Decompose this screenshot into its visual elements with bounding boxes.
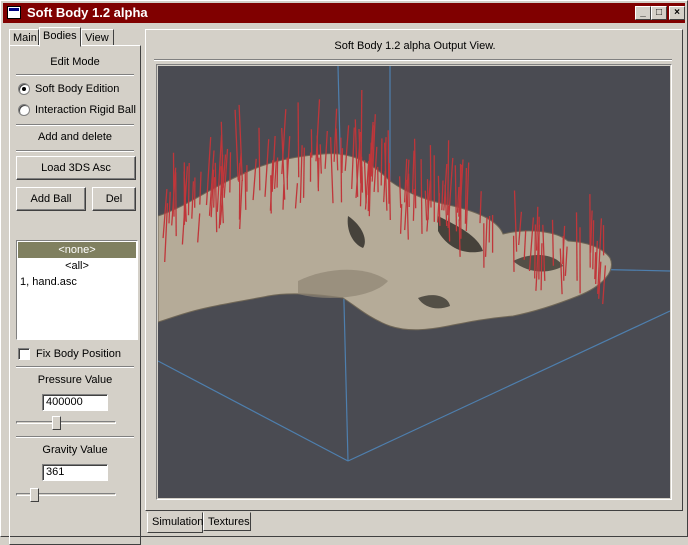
force-line [362, 167, 363, 193]
edit-mode-heading: Edit Mode [10, 56, 140, 68]
divider [16, 436, 134, 438]
minimize-button[interactable]: _ [635, 6, 651, 20]
3d-viewport[interactable] [158, 66, 670, 498]
gravity-slider[interactable] [16, 488, 116, 502]
add-delete-heading: Add and delete [10, 131, 140, 143]
force-line [283, 184, 284, 209]
bodies-panel: Edit Mode Soft Body Edition Interaction … [9, 45, 141, 545]
force-line [430, 145, 431, 207]
force-line [277, 158, 278, 188]
gravity-input[interactable]: 361 [42, 464, 108, 481]
force-line [413, 189, 414, 221]
gravity-heading: Gravity Value [10, 444, 140, 456]
radio-label: Soft Body Edition [35, 83, 119, 95]
force-line [189, 163, 190, 215]
force-line [214, 177, 215, 208]
maximize-button[interactable]: □ [651, 6, 667, 20]
slider-track [16, 421, 116, 424]
checkbox-icon[interactable] [18, 348, 30, 360]
tab-bodies[interactable]: Bodies [39, 27, 81, 47]
force-line [381, 138, 382, 185]
divider [154, 59, 672, 61]
radio-unchecked-icon[interactable] [18, 104, 30, 116]
force-line [409, 174, 410, 207]
force-line [176, 172, 177, 236]
output-view-title: Soft Body 1.2 alpha Output View. [146, 40, 684, 52]
tab-view[interactable]: View [81, 29, 114, 46]
app-icon [7, 6, 21, 19]
force-line [245, 172, 246, 210]
pressure-input[interactable]: 400000 [42, 394, 108, 411]
list-item[interactable]: <all> [18, 258, 136, 274]
bodies-listbox[interactable]: <none> <all> 1, hand.asc [16, 240, 138, 340]
divider [16, 366, 134, 368]
pressure-heading: Pressure Value [10, 374, 140, 386]
force-line [341, 138, 342, 203]
force-line [230, 152, 231, 192]
tab-main[interactable]: Main [9, 29, 39, 46]
load-3ds-button[interactable]: Load 3DS Asc [16, 156, 136, 180]
viewport-frame [156, 64, 672, 500]
force-line [413, 151, 415, 194]
output-panel: Soft Body 1.2 alpha Output View. [145, 29, 683, 511]
fix-body-checkbox[interactable]: Fix Body Position [18, 346, 121, 362]
force-line [361, 90, 362, 168]
grid-line [348, 311, 670, 461]
force-line [298, 102, 299, 177]
force-line [235, 110, 238, 181]
slider-thumb[interactable] [30, 488, 39, 502]
title-bar[interactable]: Soft Body 1.2 alpha _ □ × [3, 3, 685, 23]
slider-thumb[interactable] [52, 416, 61, 430]
force-line [421, 159, 422, 234]
force-line [535, 225, 536, 279]
pressure-slider[interactable] [16, 416, 116, 430]
force-line [342, 148, 343, 173]
radio-soft-body-edition[interactable]: Soft Body Edition [18, 81, 119, 97]
app-window: Soft Body 1.2 alpha _ □ × Main Bodies Vi… [0, 0, 688, 537]
list-item[interactable]: <none> [18, 242, 136, 258]
checkbox-label: Fix Body Position [36, 348, 121, 360]
force-line [563, 236, 564, 281]
force-line [449, 206, 450, 242]
control-panel: Main Bodies View Edit Mode Soft Body Edi… [5, 25, 139, 531]
force-line [259, 128, 260, 191]
divider [16, 74, 134, 76]
divider [16, 124, 134, 126]
3d-scene[interactable] [158, 66, 670, 498]
window-title: Soft Body 1.2 alpha [27, 5, 148, 20]
tab-textures[interactable]: Textures [203, 512, 251, 531]
force-line [459, 219, 460, 257]
force-line [553, 220, 554, 266]
force-line [304, 148, 305, 198]
divider [16, 150, 134, 152]
close-button[interactable]: × [669, 6, 685, 20]
radio-label: Interaction Rigid Ball [35, 104, 136, 116]
list-item[interactable]: 1, hand.asc [18, 274, 138, 290]
grid-line [158, 361, 348, 461]
force-line [577, 212, 578, 280]
radio-interaction-rigid-ball[interactable]: Interaction Rigid Ball [18, 102, 136, 118]
radio-checked-icon[interactable] [18, 83, 30, 95]
add-ball-button[interactable]: Add Ball [16, 187, 86, 211]
force-line [448, 140, 449, 215]
tab-simulation[interactable]: Simulation [147, 512, 203, 533]
force-line [541, 243, 542, 290]
del-button[interactable]: Del [92, 187, 136, 211]
force-line [593, 220, 594, 269]
